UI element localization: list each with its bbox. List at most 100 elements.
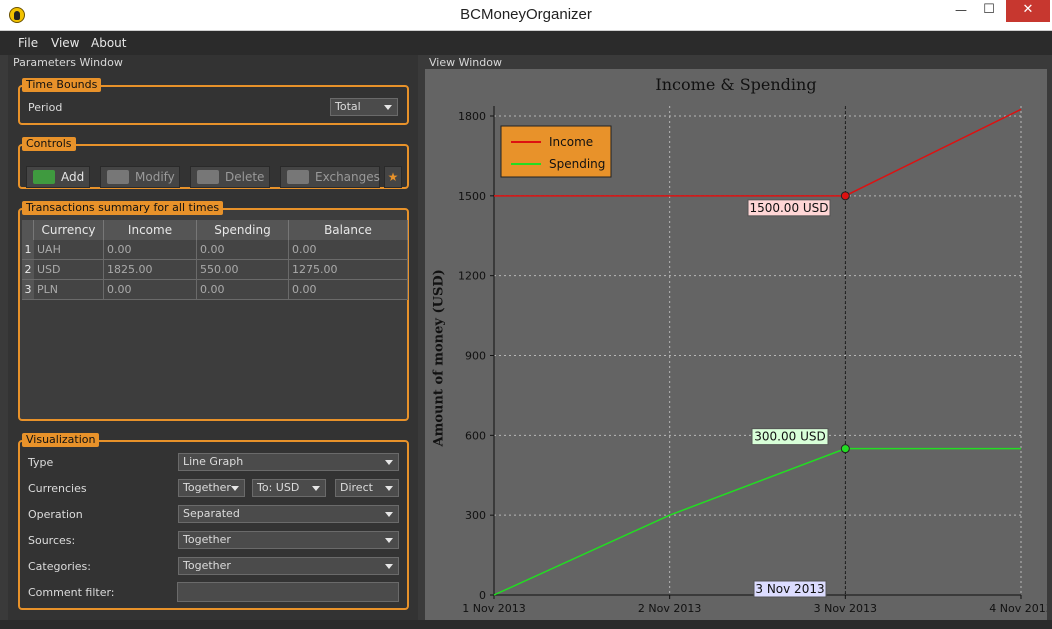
header-spending[interactable]: Spending xyxy=(197,220,289,240)
y-tick-label: 900 xyxy=(465,350,486,363)
comment-filter-label: Comment filter: xyxy=(28,586,115,599)
comment-filter-input[interactable] xyxy=(177,582,399,602)
chevron-down-icon xyxy=(385,486,393,491)
period-select[interactable]: Total xyxy=(330,98,398,116)
type-select[interactable]: Line Graph xyxy=(178,453,399,471)
favorite-button[interactable]: ★ xyxy=(384,166,402,188)
spending-line xyxy=(493,447,1021,596)
spending-cursor-label: 300.00 USD xyxy=(754,430,825,444)
categories-value: Together xyxy=(183,559,231,572)
cell-spending[interactable]: 550.00 xyxy=(197,260,289,280)
money-delete-icon xyxy=(197,170,219,184)
view-window-caption: View Window xyxy=(429,56,502,69)
cell-currency[interactable]: PLN xyxy=(34,280,104,300)
cell-balance[interactable]: 1275.00 xyxy=(289,260,408,280)
period-label: Period xyxy=(28,101,63,114)
money-add-icon xyxy=(33,170,55,184)
header-balance[interactable]: Balance xyxy=(289,220,408,240)
table-corner[interactable] xyxy=(22,220,34,240)
income-marker xyxy=(840,191,850,201)
cell-spending[interactable]: 0.00 xyxy=(197,240,289,260)
x-tick-label: 1 Nov 2013 xyxy=(462,602,525,615)
cell-income[interactable]: 1825.00 xyxy=(104,260,197,280)
cell-income[interactable]: 0.00 xyxy=(104,280,197,300)
row-number: 3 xyxy=(22,280,34,300)
summary-title: Transactions summary for all times xyxy=(22,201,224,215)
target-currency-select[interactable]: To: USD xyxy=(252,479,326,497)
chart-area[interactable]: Income & Spending Amount of money (USD) … xyxy=(425,69,1047,620)
header-income[interactable]: Income xyxy=(104,220,197,240)
chevron-down-icon xyxy=(384,105,392,110)
table-header-row: Currency Income Spending Balance xyxy=(22,220,408,240)
minimize-button[interactable]: — xyxy=(946,0,976,22)
cell-currency[interactable]: UAH xyxy=(34,240,104,260)
exchanges-button[interactable]: Exchanges xyxy=(280,166,380,188)
transactions-summary-group: Transactions summary for all times Curre… xyxy=(18,201,409,421)
line-chart[interactable]: 0 300 600 900 1200 1500 1800 1 Nov 2013 2 Nov 20… xyxy=(425,69,1047,620)
table-row[interactable]: 3 PLN 0.00 0.00 0.00 xyxy=(22,280,408,300)
status-bar xyxy=(0,620,1052,629)
chevron-down-icon xyxy=(385,460,393,465)
legend-label: Spending xyxy=(549,157,605,171)
window-title: BCMoneyOrganizer xyxy=(460,6,592,23)
y-tick-label: 1200 xyxy=(458,270,486,283)
maximize-button[interactable]: ☐ xyxy=(976,0,1002,22)
menu-file[interactable]: File xyxy=(18,36,38,50)
legend-label: Income xyxy=(549,135,593,149)
row-number: 2 xyxy=(22,260,34,280)
chevron-down-icon xyxy=(312,486,320,491)
target-currency-value: To: USD xyxy=(257,481,300,494)
visualization-group: Visualization Type Line Graph Currencies… xyxy=(18,433,409,610)
header-currency[interactable]: Currency xyxy=(34,220,104,240)
sources-select[interactable]: Together xyxy=(178,531,399,549)
visualization-title: Visualization xyxy=(22,433,100,447)
parameters-panel: Parameters Window Time Bounds Period Tot… xyxy=(8,55,418,620)
period-value: Total xyxy=(335,100,361,113)
y-tick-label: 300 xyxy=(465,509,486,522)
sources-value: Together xyxy=(183,533,231,546)
chevron-down-icon xyxy=(385,564,393,569)
cell-spending[interactable]: 0.00 xyxy=(197,280,289,300)
money-modify-icon xyxy=(107,170,129,184)
row-number: 1 xyxy=(22,240,34,260)
add-label: Add xyxy=(61,170,85,184)
cell-balance[interactable]: 0.00 xyxy=(289,240,408,260)
sources-label: Sources: xyxy=(28,534,76,547)
operation-label: Operation xyxy=(28,508,83,521)
conversion-value: Direct xyxy=(340,481,373,494)
operation-select[interactable]: Separated xyxy=(178,505,399,523)
conversion-select[interactable]: Direct xyxy=(335,479,399,497)
delete-button[interactable]: Delete xyxy=(190,166,270,188)
controls-group: Controls Add Modify Delete Exchanges ★ xyxy=(18,137,409,189)
title-bar: BCMoneyOrganizer — ☐ ✕ xyxy=(0,0,1052,31)
currencies-mode-select[interactable]: Together xyxy=(178,479,245,497)
table-row[interactable]: 1 UAH 0.00 0.00 0.00 xyxy=(22,240,408,260)
y-tick-label: 1500 xyxy=(458,190,486,203)
cell-currency[interactable]: USD xyxy=(34,260,104,280)
x-tick-label: 3 Nov 2013 xyxy=(814,602,877,615)
close-button[interactable]: ✕ xyxy=(1006,0,1050,22)
star-icon: ★ xyxy=(387,170,399,184)
menu-about[interactable]: About xyxy=(91,36,126,50)
time-bounds-title: Time Bounds xyxy=(22,78,102,92)
x-tick-label: 4 Nov 2013 xyxy=(989,602,1047,615)
delete-label: Delete xyxy=(225,170,265,184)
y-tick-label: 1800 xyxy=(458,110,486,123)
view-window-panel: View Window Income & Spending Amount of … xyxy=(423,55,1047,620)
chevron-down-icon xyxy=(385,538,393,543)
time-bounds-group: Time Bounds Period Total xyxy=(18,78,409,125)
modify-button[interactable]: Modify xyxy=(100,166,180,188)
spending-marker xyxy=(840,444,850,454)
currencies-mode-value: Together xyxy=(183,481,231,494)
menu-bar: File View About xyxy=(0,31,1052,55)
parameters-caption: Parameters Window xyxy=(13,56,123,69)
controls-title: Controls xyxy=(22,137,76,151)
exchanges-label: Exchanges xyxy=(315,170,380,184)
menu-view[interactable]: View xyxy=(51,36,79,50)
add-button[interactable]: Add xyxy=(26,166,90,188)
categories-select[interactable]: Together xyxy=(178,557,399,575)
cell-balance[interactable]: 0.00 xyxy=(289,280,408,300)
table-row[interactable]: 2 USD 1825.00 550.00 1275.00 xyxy=(22,260,408,280)
type-label: Type xyxy=(28,456,54,469)
cell-income[interactable]: 0.00 xyxy=(104,240,197,260)
